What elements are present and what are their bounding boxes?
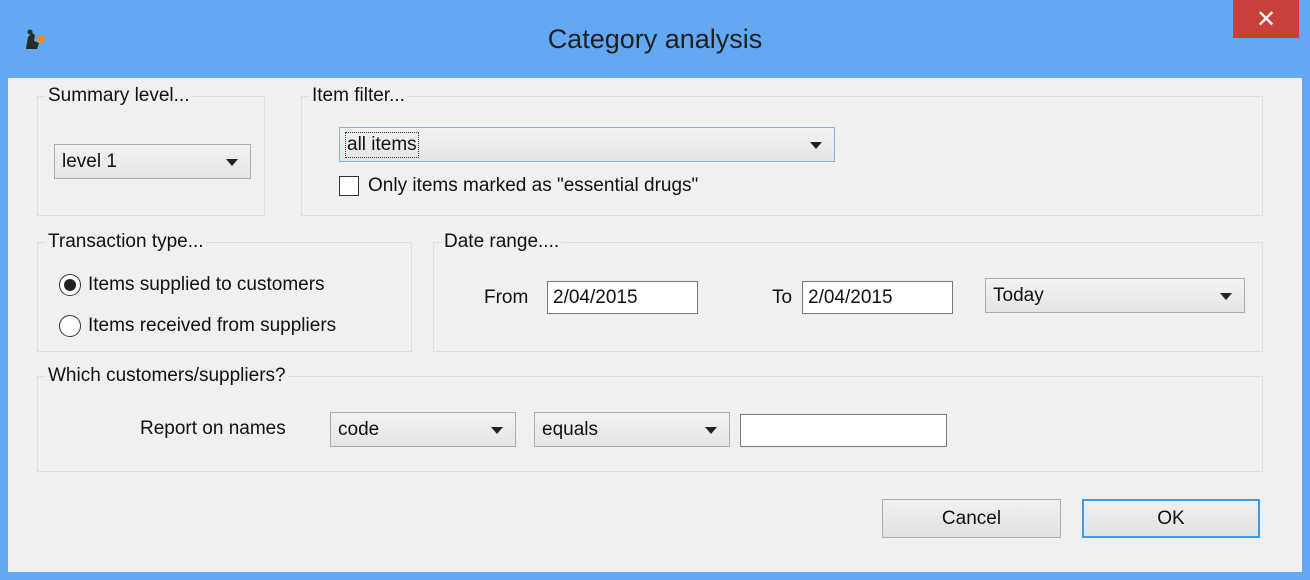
date-preset-select[interactable]: Today <box>985 278 1245 313</box>
summary-level-legend: Summary level... <box>46 85 192 107</box>
date-range-group: Date range.... From To Today <box>433 231 1263 352</box>
name-field-select[interactable]: code <box>330 412 516 447</box>
radio-items-supplied-label: Items supplied to customers <box>88 274 325 295</box>
transaction-type-legend: Transaction type... <box>46 231 206 253</box>
item-filter-group: Item filter... all items Only items mark… <box>301 85 1263 216</box>
to-label: To <box>772 287 793 308</box>
radio-items-received[interactable] <box>59 315 81 337</box>
radio-items-received-label: Items received from suppliers <box>88 315 337 336</box>
name-field-value: code <box>338 419 380 440</box>
date-preset-value: Today <box>993 285 1044 306</box>
name-value-field[interactable] <box>740 414 947 447</box>
chevron-down-icon <box>810 142 822 149</box>
summary-level-group: Summary level... level 1 <box>37 85 265 216</box>
summary-level-select[interactable]: level 1 <box>54 144 251 179</box>
summary-level-value: level 1 <box>62 151 117 172</box>
chevron-down-icon <box>226 159 238 166</box>
name-operator-value: equals <box>542 419 598 440</box>
title-bar[interactable]: Category analysis ✕ <box>0 0 1310 78</box>
dialog-body: Summary level... level 1 Item filter... … <box>8 78 1302 572</box>
names-filter-legend: Which customers/suppliers? <box>46 365 288 387</box>
window-title: Category analysis <box>547 24 763 54</box>
name-operator-select[interactable]: equals <box>534 412 730 447</box>
cancel-button[interactable]: Cancel <box>882 499 1061 538</box>
radio-items-supplied[interactable] <box>59 274 81 296</box>
close-icon: ✕ <box>1255 5 1277 33</box>
names-filter-group: Which customers/suppliers? Report on nam… <box>37 365 1263 472</box>
chevron-down-icon <box>1220 293 1232 300</box>
essential-drugs-label: Only items marked as "essential drugs" <box>368 175 699 196</box>
dialog-window: Category analysis ✕ Summary level... lev… <box>0 0 1310 580</box>
date-range-legend: Date range.... <box>442 231 562 253</box>
to-date-field[interactable] <box>802 281 953 314</box>
chevron-down-icon <box>491 427 503 434</box>
report-on-names-label: Report on names <box>140 418 286 439</box>
item-filter-value: all items <box>345 132 419 158</box>
item-filter-legend: Item filter... <box>310 85 407 107</box>
ok-button[interactable]: OK <box>1082 499 1260 538</box>
from-date-field[interactable] <box>547 281 698 314</box>
chevron-down-icon <box>705 427 717 434</box>
from-label: From <box>484 287 529 308</box>
item-filter-select[interactable]: all items <box>339 127 835 162</box>
essential-drugs-checkbox[interactable] <box>339 176 359 196</box>
transaction-type-group: Transaction type... Items supplied to cu… <box>37 231 412 352</box>
close-button[interactable]: ✕ <box>1233 0 1299 38</box>
